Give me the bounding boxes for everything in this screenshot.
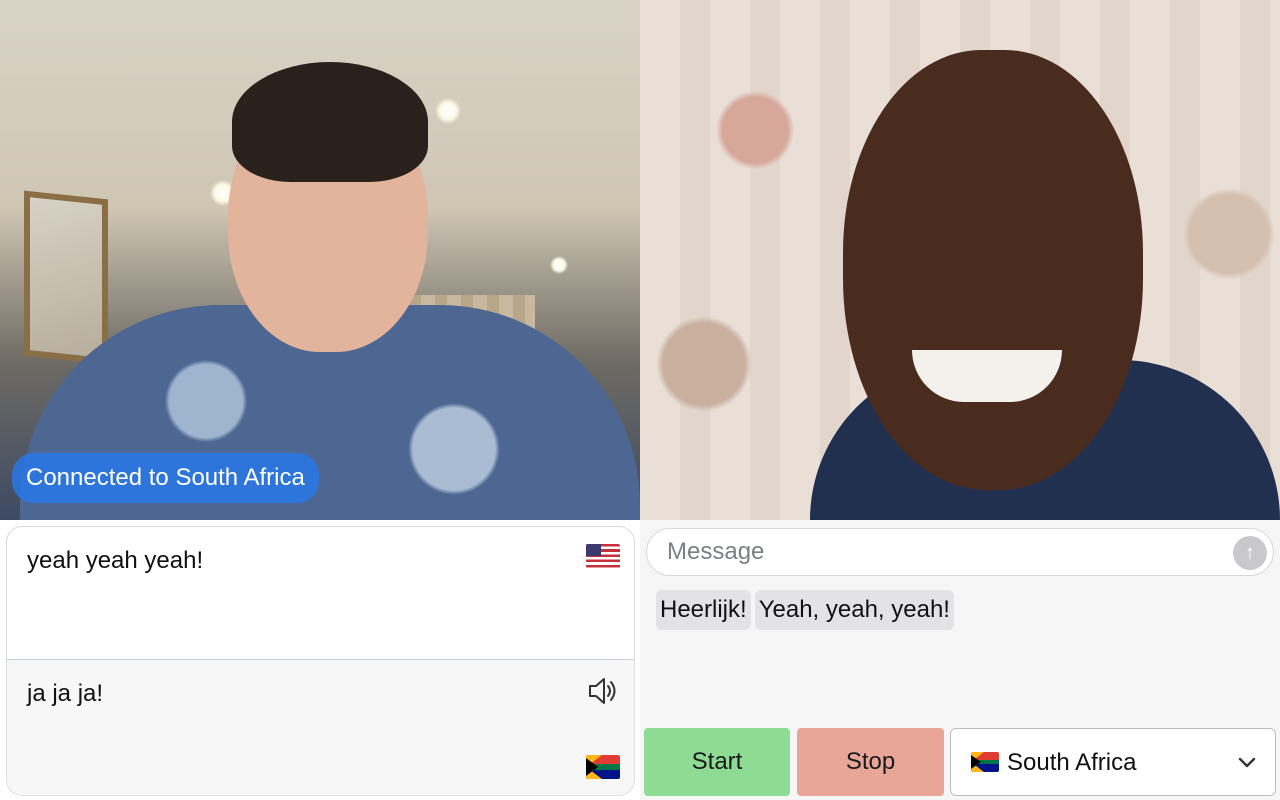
translated-transcript-box: ja ja ja! (6, 660, 635, 796)
video-chat-app: Connected to South Africa yeah yeah yeah… (0, 0, 1280, 800)
ceiling-light (550, 256, 568, 274)
speaker-icon[interactable] (586, 674, 620, 708)
chevron-down-icon (1238, 757, 1256, 768)
arrow-up-icon: ↑ (1245, 542, 1255, 564)
country-select-value: South Africa (1007, 749, 1137, 776)
remote-video (640, 0, 1280, 520)
source-transcript-text: yeah yeah yeah! (27, 547, 204, 574)
connection-status-badge: Connected to South Africa (12, 453, 319, 503)
wall-painting (24, 190, 108, 365)
south-africa-flag-icon[interactable] (586, 755, 620, 779)
person-hair (232, 62, 428, 182)
chat-message: Yeah, yeah, yeah! (754, 590, 954, 630)
message-input[interactable] (667, 529, 1227, 575)
translated-transcript-text: ja ja ja! (27, 680, 104, 707)
country-select[interactable]: South Africa (950, 728, 1276, 796)
call-controls: Start Stop South Africa (644, 728, 1276, 796)
source-transcript-box: yeah yeah yeah! (6, 526, 635, 660)
us-flag-icon[interactable] (586, 544, 620, 568)
stop-button[interactable]: Stop (797, 728, 944, 796)
local-video: Connected to South Africa (0, 0, 640, 520)
start-button[interactable]: Start (644, 728, 790, 796)
person-face (843, 50, 1143, 490)
chat-message: Heerlijk! (656, 590, 751, 630)
south-africa-flag-icon (971, 752, 999, 772)
message-box: ↑ (646, 528, 1274, 576)
chat-messages: Heerlijk! Yeah, yeah, yeah! (656, 590, 954, 630)
ceiling-light (435, 98, 461, 124)
send-button[interactable]: ↑ (1233, 536, 1267, 570)
